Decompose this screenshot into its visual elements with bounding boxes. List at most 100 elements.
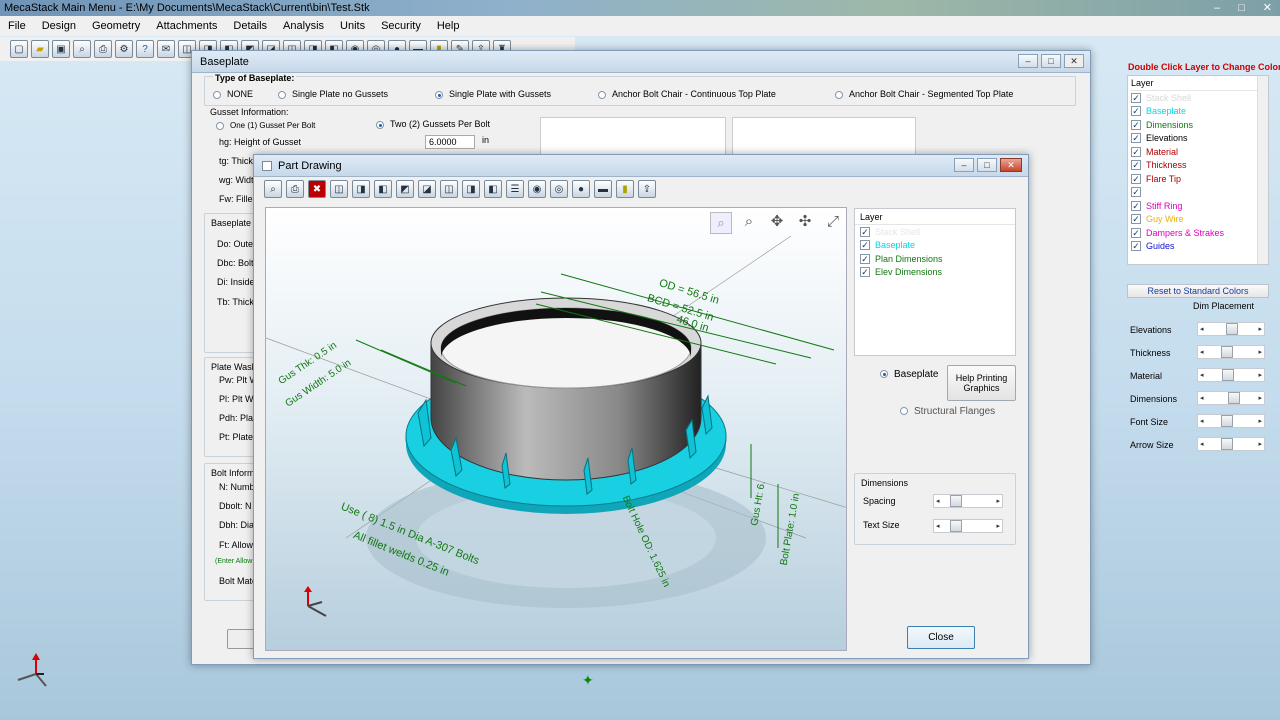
layer-row[interactable]: ✓ Stack Shell	[1131, 91, 1268, 105]
minimize-button[interactable]: –	[954, 158, 974, 172]
layer-baseplate[interactable]: ✓ Baseplate	[860, 239, 1015, 253]
view-right-icon[interactable]: ◫	[440, 180, 458, 198]
close-button[interactable]: ✕	[1000, 158, 1022, 172]
view-top-icon[interactable]: ◧	[374, 180, 392, 198]
maximize-button[interactable]: □	[977, 158, 997, 172]
orbit-icon[interactable]: ◎	[550, 180, 568, 198]
render-icon[interactable]: ●	[572, 180, 590, 198]
spacing-slider[interactable]: ◂ ▸	[933, 494, 1003, 508]
checkbox[interactable]: ✓	[1131, 241, 1141, 252]
layer-row[interactable]: ✓ Dimensions	[1131, 118, 1268, 132]
layer-row[interactable]: ✓ Flare Tip	[1131, 172, 1268, 186]
rotate-icon[interactable]: ◉	[528, 180, 546, 198]
gusset-one-per-bolt[interactable]: One (1) Gusset Per Bolt	[216, 121, 315, 130]
checkbox[interactable]: ✓	[1131, 146, 1141, 157]
menu-attachments[interactable]: Attachments	[148, 20, 225, 32]
menu-file[interactable]: File	[0, 20, 34, 32]
checkbox[interactable]: ✓	[1131, 214, 1141, 225]
layer-elev-dimensions[interactable]: ✓ Elev Dimensions	[860, 266, 1015, 280]
type-single-no-gussets[interactable]: Single Plate no Gussets	[278, 89, 388, 99]
menu-help[interactable]: Help	[429, 20, 468, 32]
layer-row[interactable]: ✓ Guides	[1131, 240, 1268, 254]
type-none[interactable]: NONE	[213, 89, 253, 99]
menu-security[interactable]: Security	[373, 20, 429, 32]
radio-structural-flanges[interactable]: Structural Flanges	[900, 406, 995, 417]
layer-row[interactable]: ✓	[1131, 186, 1268, 200]
placement-slider[interactable]: ◂ ▸	[1197, 391, 1265, 405]
layer-stack-shell[interactable]: ✓ Stack Shell	[860, 225, 1015, 239]
stack-icon[interactable]: ▬	[594, 180, 612, 198]
type-chair-segmented[interactable]: Anchor Bolt Chair - Segmented Top Plate	[835, 89, 1013, 99]
radio-baseplate[interactable]: Baseplate	[880, 369, 938, 380]
maximize-button[interactable]: □	[1041, 54, 1061, 68]
checkbox[interactable]: ✓	[1131, 173, 1141, 184]
close-button[interactable]: Close	[907, 626, 975, 649]
checkbox[interactable]: ✓	[1131, 200, 1141, 211]
cylinder-icon[interactable]: ▮	[616, 180, 634, 198]
print-icon[interactable]: ⎙	[286, 180, 304, 198]
layer-row[interactable]: ✓ Baseplate	[1131, 105, 1268, 119]
stop-icon[interactable]: ✖	[308, 180, 326, 198]
placement-slider[interactable]: ◂ ▸	[1197, 414, 1265, 428]
close-button[interactable]: ✕	[1064, 54, 1084, 68]
print-preview-icon[interactable]: ⌕	[264, 180, 282, 198]
minimize-icon[interactable]: –	[1214, 0, 1220, 16]
layer-list-scrollbar[interactable]	[1257, 76, 1268, 264]
type-single-with-gussets[interactable]: Single Plate with Gussets	[435, 89, 551, 99]
open-folder-icon[interactable]: ▰	[31, 40, 49, 58]
drawing-viewport[interactable]: ⌕ ⌕ ✥ ✣ ⤢ OD = 56.5 in BCD = 52.5 in 46.…	[265, 207, 847, 651]
mail-icon[interactable]: ✉	[157, 40, 175, 58]
menu-design[interactable]: Design	[34, 20, 84, 32]
placement-slider[interactable]: ◂ ▸	[1197, 437, 1265, 451]
layer-row[interactable]: ✓ Material	[1131, 145, 1268, 159]
help-icon[interactable]: ?	[136, 40, 154, 58]
save-icon[interactable]: ▣	[52, 40, 70, 58]
help-printing-button[interactable]: Help Printing Graphics	[947, 365, 1016, 401]
layer-list-header: Layer	[1131, 76, 1268, 91]
layer-row[interactable]: ✓ Thickness	[1131, 159, 1268, 173]
print-icon[interactable]: ⎙	[94, 40, 112, 58]
checkbox[interactable]: ✓	[1131, 92, 1141, 103]
placement-slider[interactable]: ◂ ▸	[1197, 322, 1265, 336]
checkbox[interactable]: ✓	[1131, 119, 1141, 130]
text-size-slider[interactable]: ◂ ▸	[933, 519, 1003, 533]
menu-geometry[interactable]: Geometry	[84, 20, 148, 32]
placement-slider[interactable]: ◂ ▸	[1197, 345, 1265, 359]
export-icon[interactable]: ⇪	[638, 180, 656, 198]
layer-row[interactable]: ✓ Dampers & Strakes	[1131, 226, 1268, 240]
view-left-icon[interactable]: ◨	[462, 180, 480, 198]
layer-row[interactable]: ✓ Stiff Ring	[1131, 199, 1268, 213]
view-iso-icon[interactable]: ◪	[418, 180, 436, 198]
checkbox[interactable]: ✓	[1131, 187, 1141, 198]
checkbox[interactable]: ✓	[1131, 133, 1141, 144]
layer-row[interactable]: ✓ Guy Wire	[1131, 213, 1268, 227]
checkbox[interactable]: ✓	[1131, 106, 1141, 117]
view-side-icon[interactable]: ◩	[396, 180, 414, 198]
menu-analysis[interactable]: Analysis	[275, 20, 332, 32]
close-icon[interactable]: ✕	[1263, 0, 1272, 16]
layer-row[interactable]: ✓ Elevations	[1131, 132, 1268, 146]
checkbox[interactable]: ✓	[860, 253, 870, 264]
new-icon[interactable]: ▢	[10, 40, 28, 58]
view-front-icon[interactable]: ◨	[352, 180, 370, 198]
checkbox[interactable]: ✓	[860, 226, 870, 237]
checkbox[interactable]: ✓	[860, 240, 870, 251]
checkbox[interactable]: ✓	[1131, 160, 1141, 171]
placement-slider[interactable]: ◂ ▸	[1197, 368, 1265, 382]
checkbox[interactable]: ✓	[1131, 227, 1141, 238]
settings-icon[interactable]: ⚙	[115, 40, 133, 58]
menu-units[interactable]: Units	[332, 20, 373, 32]
view-cube-icon[interactable]: ◫	[330, 180, 348, 198]
menu-details[interactable]: Details	[225, 20, 275, 32]
minimize-button[interactable]: –	[1018, 54, 1038, 68]
print-preview-icon[interactable]: ⌕	[73, 40, 91, 58]
type-chair-continuous[interactable]: Anchor Bolt Chair - Continuous Top Plate	[598, 89, 776, 99]
maximize-icon[interactable]: □	[1238, 0, 1245, 16]
reset-colors-button[interactable]: Reset to Standard Colors	[1127, 284, 1269, 298]
layer-plan-dimensions[interactable]: ✓ Plan Dimensions	[860, 252, 1015, 266]
view-back-icon[interactable]: ◧	[484, 180, 502, 198]
gusset-two-per-bolt[interactable]: Two (2) Gussets Per Bolt	[376, 119, 490, 129]
checkbox[interactable]: ✓	[860, 267, 870, 278]
hg-input[interactable]: 6.0000	[425, 135, 475, 149]
list-icon[interactable]: ☰	[506, 180, 524, 198]
